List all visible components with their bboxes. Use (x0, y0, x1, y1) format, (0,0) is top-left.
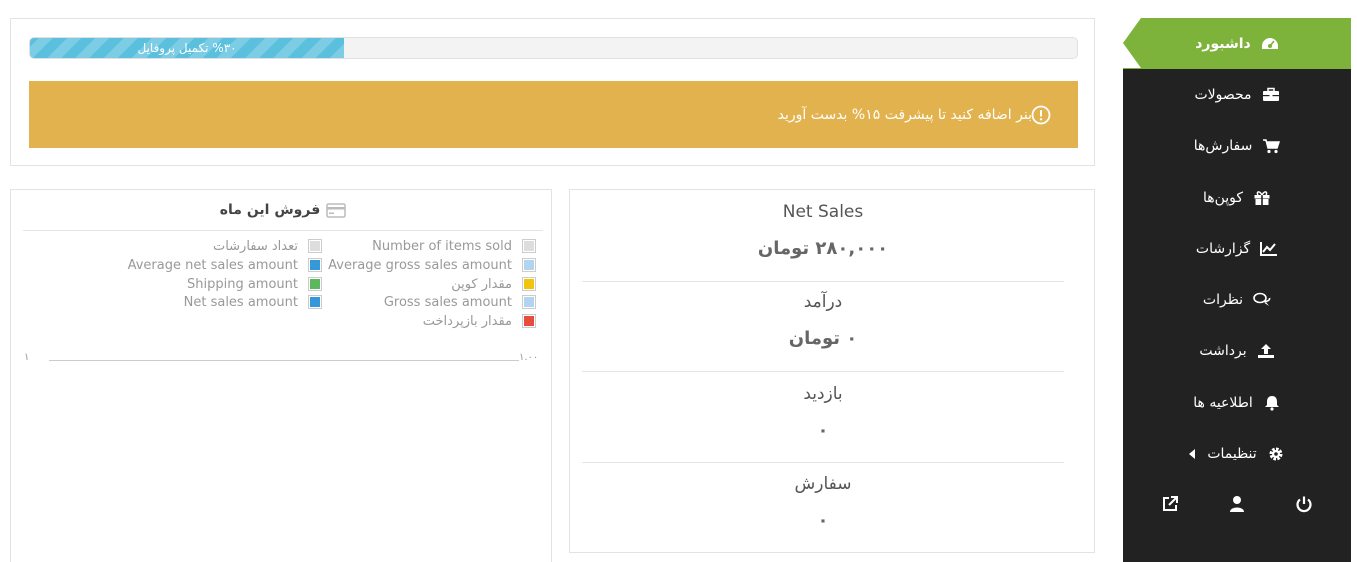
sidebar-item-label: نظرات (1202, 292, 1244, 309)
gear-icon (1267, 446, 1285, 462)
legend-label: Average gross sales amount (328, 257, 512, 273)
info-circle-icon (1031, 105, 1051, 125)
sidebar-footer (1123, 492, 1351, 516)
sidebar-item-label: برداشت (1199, 343, 1247, 360)
stat-views: بازدید ۰ (582, 382, 1064, 441)
sidebar-item-label: اطلاعیه ها (1193, 394, 1253, 411)
sidebar-item-label: محصولات (1194, 86, 1252, 103)
stat-net-sales: Net Sales ۲۸۰,۰۰۰ تومان (582, 200, 1064, 259)
legend-label: Shipping amount (186, 276, 298, 292)
legend-swatch (308, 239, 322, 253)
comments-icon (1253, 292, 1271, 308)
legend-item[interactable]: Average gross sales amount (328, 257, 536, 273)
legend-label: Net sales amount (183, 294, 298, 310)
legend-item[interactable]: تعداد سفارشات (213, 238, 322, 254)
chevron-left-icon (1189, 449, 1196, 460)
stat-value: ۰ (817, 420, 829, 441)
briefcase-icon (1262, 87, 1280, 103)
sidebar-item-products[interactable]: محصولات (1123, 69, 1351, 120)
legend-label: Number of items sold (372, 238, 512, 254)
sidebar-item-notifications[interactable]: اطلاعیه ها (1123, 377, 1351, 428)
stat-label: درآمد (803, 292, 843, 312)
legend-swatch (308, 295, 322, 309)
stat-earnings: درآمد ۰ تومان (582, 290, 1064, 349)
sidebar-item-label: داشبورد (1195, 35, 1251, 52)
legend-swatch (522, 314, 536, 328)
sidebar-item-orders[interactable]: سفارش‌ها (1123, 121, 1351, 172)
stat-label: Net Sales (782, 202, 864, 222)
sidebar-item-dashboard[interactable]: داشبورد (1123, 18, 1351, 70)
stat-value: ۰ (817, 510, 829, 531)
legend-label: مقدار کوپن (451, 276, 512, 292)
divider (582, 371, 1064, 372)
sidebar-item-settings[interactable]: تنظیمات (1123, 428, 1351, 479)
legend-item[interactable]: Shipping amount (187, 276, 322, 292)
divider (582, 281, 1064, 282)
legend-swatch (522, 295, 536, 309)
y-axis-tick-left: ۱ (24, 352, 30, 363)
panel-title: فروش این ماه (23, 190, 543, 231)
y-axis-tick-right: ۱.۰۰ (519, 352, 539, 363)
profile-progress-fill: %۳۰ تکمیل پروفایل (30, 38, 345, 58)
dashboard-icon (1261, 36, 1279, 52)
legend-label: مقدار بازپرداخت (422, 313, 512, 329)
upload-icon (1257, 343, 1275, 359)
gift-icon (1253, 190, 1271, 206)
legend-swatch (308, 277, 322, 291)
legend-swatch (522, 258, 536, 272)
profile-completion-panel: %۳۰ تکمیل پروفایل بنر اضافه کنید تا پیشر… (10, 18, 1095, 166)
sidebar-item-withdraw[interactable]: برداشت (1123, 326, 1351, 377)
legend-item[interactable]: Number of items sold (372, 238, 536, 254)
credit-card-icon (326, 202, 346, 218)
legend-swatch (308, 258, 322, 272)
sidebar-item-label: کوپن‌ها (1202, 189, 1244, 206)
legend-swatch (522, 277, 536, 291)
stats-panel: Net Sales ۲۸۰,۰۰۰ تومان درآمد ۰ تومان با… (569, 189, 1095, 553)
sidebar-item-label: گزارشات (1195, 240, 1251, 257)
profile-progress-bar: %۳۰ تکمیل پروفایل (29, 37, 1078, 59)
divider (582, 462, 1064, 463)
stat-orders: سفارش ۰ (582, 472, 1064, 531)
legend-item[interactable]: Average net sales amount (128, 257, 322, 273)
sidebar-nav: داشبورد محصولات سفارش‌ها کوپن‌ها گزارشات… (1123, 18, 1351, 562)
power-icon[interactable] (1289, 492, 1319, 516)
stat-value: ۰ تومان (788, 328, 858, 349)
sidebar-item-label: سفارش‌ها (1193, 138, 1253, 155)
sidebar-item-reports[interactable]: گزارشات (1123, 223, 1351, 274)
banner-text: بنر اضافه کنید تا پیشرفت ۱۵% بدست آورید (777, 106, 1032, 123)
legend-item[interactable]: مقدار کوپن (451, 276, 536, 292)
sales-this-month-panel: فروش این ماه Number of items sold تعداد … (10, 189, 552, 562)
sidebar-item-reviews[interactable]: نظرات (1123, 274, 1351, 325)
legend-label: Gross sales amount (383, 294, 512, 310)
legend-swatch (522, 239, 536, 253)
stat-value: ۲۸۰,۰۰۰ تومان (757, 238, 889, 259)
stat-label: سفارش (794, 474, 852, 494)
progress-hint-banner: بنر اضافه کنید تا پیشرفت ۱۵% بدست آورید (29, 81, 1078, 148)
legend-item[interactable]: مقدار بازپرداخت (423, 313, 536, 329)
legend-item[interactable]: Net sales amount (184, 294, 322, 310)
external-link-icon[interactable] (1155, 492, 1185, 516)
cart-icon (1262, 138, 1281, 154)
bell-icon (1263, 395, 1281, 411)
legend-label: تعداد سفارشات (212, 238, 298, 254)
user-icon[interactable] (1222, 492, 1252, 516)
legend-item[interactable]: Gross sales amount (384, 294, 536, 310)
chart-axis-line (49, 360, 519, 361)
stat-label: بازدید (803, 384, 843, 404)
sidebar-item-label: تنظیمات (1207, 446, 1257, 463)
chart-line-icon (1260, 241, 1278, 257)
panel-title-text: فروش این ماه (219, 202, 321, 218)
sidebar-item-coupons[interactable]: کوپن‌ها (1123, 172, 1351, 223)
legend-label: Average net sales amount (127, 257, 298, 273)
